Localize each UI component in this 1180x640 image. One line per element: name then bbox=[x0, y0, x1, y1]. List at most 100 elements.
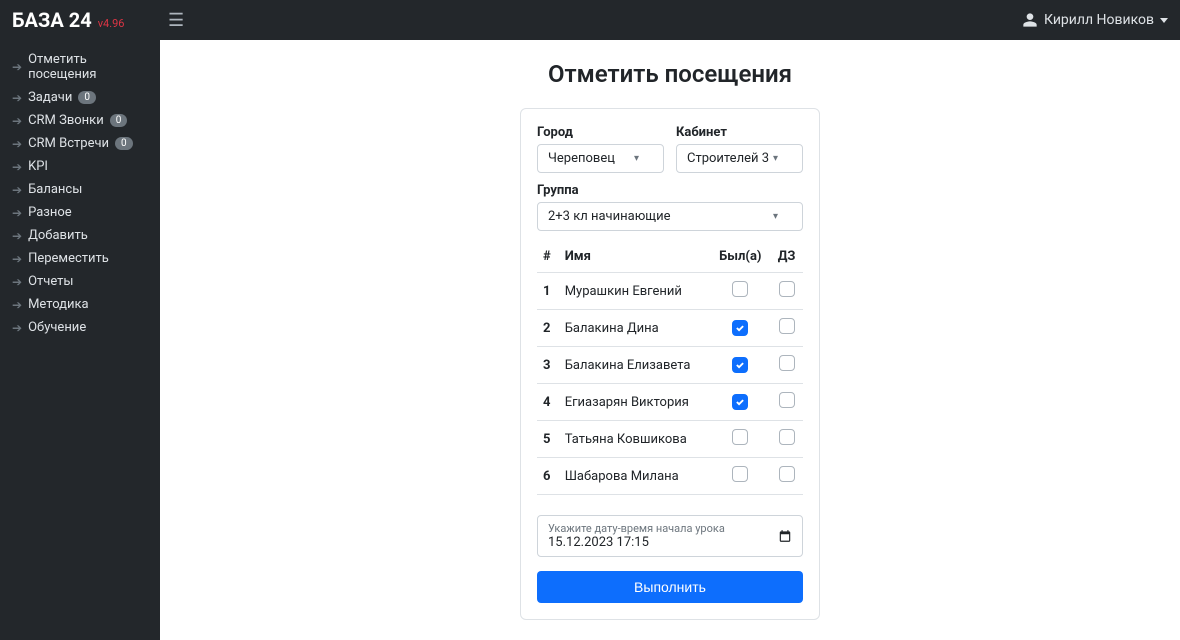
group-label: Группа bbox=[537, 183, 803, 198]
arrow-right-icon: ➔ bbox=[12, 137, 22, 151]
arrow-right-icon: ➔ bbox=[12, 229, 22, 243]
arrow-right-icon: ➔ bbox=[12, 91, 22, 105]
table-row: 1Мурашкин Евгений bbox=[537, 273, 803, 310]
count-badge: 0 bbox=[110, 114, 128, 127]
present-checkbox[interactable] bbox=[732, 281, 748, 297]
arrow-right-icon: ➔ bbox=[12, 298, 22, 312]
table-row: 6Шабарова Милана bbox=[537, 458, 803, 495]
present-checkbox[interactable] bbox=[732, 320, 748, 336]
row-name: Балакина Дина bbox=[559, 310, 711, 347]
row-num: 2 bbox=[537, 310, 559, 347]
row-num: 6 bbox=[537, 458, 559, 495]
homework-checkbox[interactable] bbox=[779, 466, 795, 482]
sidebar-item[interactable]: ➔ Добавить bbox=[0, 224, 160, 247]
user-icon bbox=[1022, 12, 1038, 28]
present-checkbox[interactable] bbox=[732, 357, 748, 373]
datetime-input[interactable]: Укажите дату-время начала урока 15.12.20… bbox=[537, 515, 803, 557]
count-badge: 0 bbox=[115, 137, 133, 150]
row-name: Татьяна Ковшикова bbox=[559, 421, 711, 458]
city-label: Город bbox=[537, 125, 664, 140]
sidebar-item-label: Отчеты bbox=[28, 274, 73, 289]
hamburger-icon[interactable]: ☰ bbox=[160, 10, 192, 31]
present-checkbox[interactable] bbox=[732, 429, 748, 445]
row-name: Шабарова Милана bbox=[559, 458, 711, 495]
room-label: Кабинет bbox=[676, 125, 803, 140]
group-value: 2+3 кл начинающие bbox=[548, 209, 670, 224]
datetime-value: 15.12.2023 17:15 bbox=[548, 535, 725, 550]
row-name: Мурашкин Евгений bbox=[559, 273, 711, 310]
user-name: Кирилл Новиков bbox=[1044, 12, 1154, 28]
sidebar-item[interactable]: ➔KPI bbox=[0, 155, 160, 178]
sidebar-item[interactable]: ➔ Отметить посещения bbox=[0, 48, 160, 86]
sidebar-item-label: Обучение bbox=[28, 320, 86, 335]
col-name: Имя bbox=[559, 241, 711, 273]
homework-checkbox[interactable] bbox=[779, 318, 795, 334]
sidebar-item-label: Разное bbox=[28, 205, 72, 220]
row-num: 3 bbox=[537, 347, 559, 384]
table-row: 5Татьяна Ковшикова bbox=[537, 421, 803, 458]
homework-checkbox[interactable] bbox=[779, 392, 795, 408]
sidebar-item-label: KPI bbox=[28, 159, 48, 174]
page-title: Отметить посещения bbox=[180, 60, 1160, 88]
row-name: Балакина Елизавета bbox=[559, 347, 711, 384]
col-homework: ДЗ bbox=[770, 241, 803, 273]
arrow-right-icon: ➔ bbox=[12, 114, 22, 128]
arrow-right-icon: ➔ bbox=[12, 275, 22, 289]
arrow-right-icon: ➔ bbox=[12, 60, 22, 74]
sidebar-item-label: CRM Звонки bbox=[28, 113, 104, 128]
col-num: # bbox=[537, 241, 559, 273]
sidebar-item[interactable]: ➔ CRM Звонки 0 bbox=[0, 109, 160, 132]
sidebar-item[interactable]: ➔ Переместить bbox=[0, 247, 160, 270]
present-checkbox[interactable] bbox=[732, 466, 748, 482]
brand-name: БАЗА 24 bbox=[12, 8, 92, 32]
topbar: БАЗА 24 v4.96 ☰ Кирилл Новиков bbox=[0, 0, 1180, 40]
sidebar: ➔Отметить посещения➔Задачи0➔CRM Звонки0➔… bbox=[0, 40, 160, 640]
sidebar-item[interactable]: ➔ Балансы bbox=[0, 178, 160, 201]
sidebar-item-label: CRM Встречи bbox=[28, 136, 109, 151]
user-menu[interactable]: Кирилл Новиков bbox=[1022, 12, 1168, 28]
chevron-down-icon: ▾ bbox=[773, 211, 778, 222]
sidebar-item[interactable]: ➔ Задачи 0 bbox=[0, 86, 160, 109]
city-value: Череповец bbox=[548, 151, 615, 166]
table-row: 3Балакина Елизавета bbox=[537, 347, 803, 384]
homework-checkbox[interactable] bbox=[779, 281, 795, 297]
present-checkbox[interactable] bbox=[732, 394, 748, 410]
sidebar-item[interactable]: ➔ Обучение bbox=[0, 316, 160, 339]
homework-checkbox[interactable] bbox=[779, 429, 795, 445]
row-num: 5 bbox=[537, 421, 559, 458]
main-content: Отметить посещения Город Череповец ▾ Каб… bbox=[160, 40, 1180, 640]
row-num: 4 bbox=[537, 384, 559, 421]
sidebar-item-label: Отметить посещения bbox=[28, 52, 148, 82]
sidebar-item-label: Балансы bbox=[28, 182, 82, 197]
chevron-down-icon: ▾ bbox=[634, 153, 639, 164]
sidebar-item-label: Задачи bbox=[28, 90, 72, 105]
arrow-right-icon: ➔ bbox=[12, 206, 22, 220]
homework-checkbox[interactable] bbox=[779, 355, 795, 371]
table-row: 4Егиазарян Виктория bbox=[537, 384, 803, 421]
sidebar-item[interactable]: ➔Методика bbox=[0, 293, 160, 316]
sidebar-item[interactable]: ➔ Отчеты bbox=[0, 270, 160, 293]
city-select[interactable]: Череповец ▾ bbox=[537, 144, 664, 173]
room-value: Строителей 3 bbox=[687, 151, 769, 166]
arrow-right-icon: ➔ bbox=[12, 183, 22, 197]
sidebar-item-label: Переместить bbox=[28, 251, 109, 266]
arrow-right-icon: ➔ bbox=[12, 321, 22, 335]
arrow-right-icon: ➔ bbox=[12, 252, 22, 266]
row-num: 1 bbox=[537, 273, 559, 310]
group-select[interactable]: 2+3 кл начинающие ▾ bbox=[537, 202, 803, 231]
attendance-table: # Имя Был(а) ДЗ 1Мурашкин Евгений2Балаки… bbox=[537, 241, 803, 495]
sidebar-item[interactable]: ➔ CRM Встречи 0 bbox=[0, 132, 160, 155]
submit-button[interactable]: Выполнить bbox=[537, 571, 803, 603]
row-name: Егиазарян Виктория bbox=[559, 384, 711, 421]
sidebar-item-label: Добавить bbox=[28, 228, 88, 243]
datetime-label: Укажите дату-время начала урока bbox=[548, 522, 725, 535]
chevron-down-icon: ▾ bbox=[773, 153, 778, 164]
calendar-icon bbox=[778, 529, 792, 543]
brand-version: v4.96 bbox=[98, 17, 125, 30]
sidebar-item[interactable]: ➔ Разное bbox=[0, 201, 160, 224]
table-row: 2Балакина Дина bbox=[537, 310, 803, 347]
room-select[interactable]: Строителей 3 ▾ bbox=[676, 144, 803, 173]
attendance-card: Город Череповец ▾ Кабинет Строителей 3 ▾ bbox=[520, 108, 820, 620]
count-badge: 0 bbox=[78, 91, 96, 104]
col-present: Был(а) bbox=[710, 241, 770, 273]
